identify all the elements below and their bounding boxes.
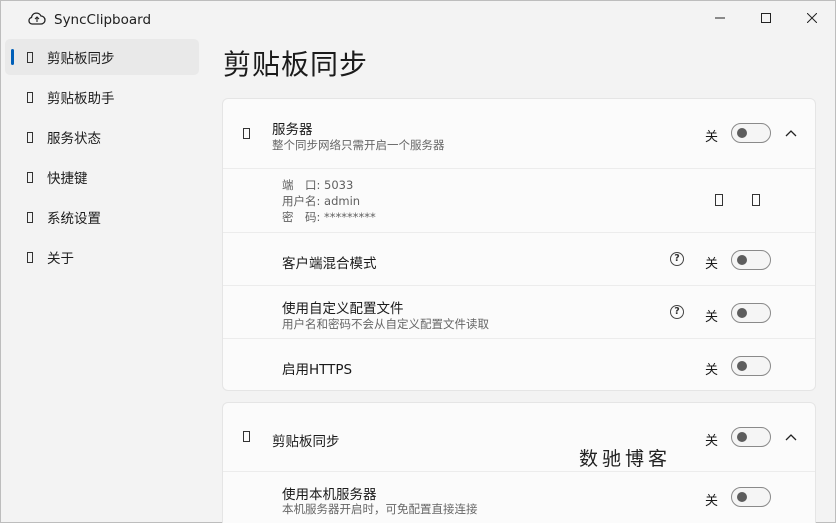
https-toggle[interactable] [731, 356, 771, 376]
close-button[interactable] [789, 1, 835, 35]
sidebar-item-label: 快捷键 [47, 171, 88, 187]
sidebar-item-hotkeys[interactable]: 快捷键 [5, 159, 199, 195]
mixed-mode-toggle-label: 关 [705, 257, 719, 272]
maximize-button[interactable] [743, 1, 789, 35]
app-title: SyncClipboard [54, 12, 152, 28]
port-label: 端 口: [282, 178, 321, 192]
nav-icon [27, 131, 33, 143]
server-subtitle: 整个同步网络只需开启一个服务器 [272, 138, 445, 152]
mixed-mode-title: 客户端混合模式 [282, 256, 377, 272]
custom-config-row: 使用自定义配置文件 用户名和密码不会从自定义配置文件读取 ? 关 [223, 285, 815, 338]
help-icon[interactable]: ? [670, 252, 684, 266]
local-server-title: 使用本机服务器 [282, 487, 377, 503]
server-icon [243, 128, 250, 139]
copy-icon[interactable] [752, 194, 760, 206]
server-card: 服务器 整个同步网络只需开启一个服务器 关 端 口: 5033 用户名: adm… [222, 98, 816, 391]
username-value: admin [324, 194, 361, 208]
local-server-subtitle: 本机服务器开启时，可免配置直接连接 [282, 502, 478, 516]
nav-icon [27, 51, 33, 63]
sidebar-item-about[interactable]: 关于 [5, 239, 199, 275]
clipboard-sync-toggle[interactable] [731, 427, 771, 447]
custom-config-toggle[interactable] [731, 303, 771, 323]
username-label: 用户名: [282, 194, 321, 208]
server-header-row[interactable]: 服务器 整个同步网络只需开启一个服务器 关 [223, 99, 815, 168]
close-icon [807, 13, 817, 23]
chevron-up-icon[interactable] [785, 129, 797, 137]
clipboard-sync-header-row[interactable]: 剪贴板同步 关 [223, 403, 815, 471]
port-value: 5033 [324, 178, 354, 192]
server-toggle-label: 关 [705, 130, 719, 145]
custom-config-title: 使用自定义配置文件 [282, 301, 404, 317]
https-title: 启用HTTPS [282, 362, 353, 378]
clipboard-sync-card: 剪贴板同步 关 使用本机服务器 本机服务器开启时，可免配置直接连接 关 [222, 402, 816, 523]
app-window: SyncClipboard 剪贴板同步 剪贴板助手 服务状态 快捷键 系统设置 … [0, 0, 836, 523]
maximize-icon [761, 13, 771, 23]
local-server-toggle[interactable] [731, 487, 771, 507]
server-info-row: 端 口: 5033 用户名: admin 密 码: ********* [223, 168, 815, 232]
sidebar-item-label: 关于 [47, 251, 74, 267]
server-title: 服务器 [272, 122, 313, 138]
nav-icon [27, 171, 33, 183]
sidebar-item-clipboard-assistant[interactable]: 剪贴板助手 [5, 79, 199, 115]
sidebar-item-label: 服务状态 [47, 131, 101, 147]
local-server-row: 使用本机服务器 本机服务器开启时，可免配置直接连接 关 [223, 471, 815, 523]
sidebar-item-label: 剪贴板助手 [47, 91, 115, 107]
sidebar: 剪贴板同步 剪贴板助手 服务状态 快捷键 系统设置 关于 [5, 39, 199, 279]
help-icon[interactable]: ? [670, 305, 684, 319]
sidebar-item-clipboard-sync[interactable]: 剪贴板同步 [5, 39, 199, 75]
page-title: 剪贴板同步 [223, 48, 369, 81]
sidebar-item-service-status[interactable]: 服务状态 [5, 119, 199, 155]
chevron-up-icon[interactable] [785, 433, 797, 441]
minimize-icon [715, 17, 725, 19]
sidebar-item-system-settings[interactable]: 系统设置 [5, 199, 199, 235]
mixed-mode-row: 客户端混合模式 ? 关 [223, 232, 815, 285]
nav-icon [27, 91, 33, 103]
clipboard-sync-title: 剪贴板同步 [272, 434, 340, 450]
password-value: ********* [324, 210, 376, 224]
https-row: 启用HTTPS 关 [223, 338, 815, 390]
clipboard-sync-toggle-label: 关 [705, 434, 719, 449]
watermark: 数驰博客 [579, 448, 672, 470]
mixed-mode-toggle[interactable] [731, 250, 771, 270]
sidebar-item-label: 系统设置 [47, 211, 101, 227]
server-toggle[interactable] [731, 123, 771, 143]
minimize-button[interactable] [697, 1, 743, 35]
local-server-toggle-label: 关 [705, 494, 719, 509]
password-label: 密 码: [282, 210, 321, 224]
username-line: 用户名: admin [282, 193, 360, 209]
https-toggle-label: 关 [705, 363, 719, 378]
custom-config-toggle-label: 关 [705, 310, 719, 325]
nav-icon [27, 211, 33, 223]
custom-config-subtitle: 用户名和密码不会从自定义配置文件读取 [282, 317, 489, 331]
nav-icon [27, 251, 33, 263]
cloud-sync-icon [28, 12, 46, 25]
clipboard-icon [243, 431, 250, 442]
edit-icon[interactable] [715, 194, 723, 206]
port-line: 端 口: 5033 [282, 177, 353, 193]
password-line: 密 码: ********* [282, 209, 376, 225]
sidebar-item-label: 剪贴板同步 [47, 51, 115, 67]
title-bar: SyncClipboard [1, 1, 835, 35]
